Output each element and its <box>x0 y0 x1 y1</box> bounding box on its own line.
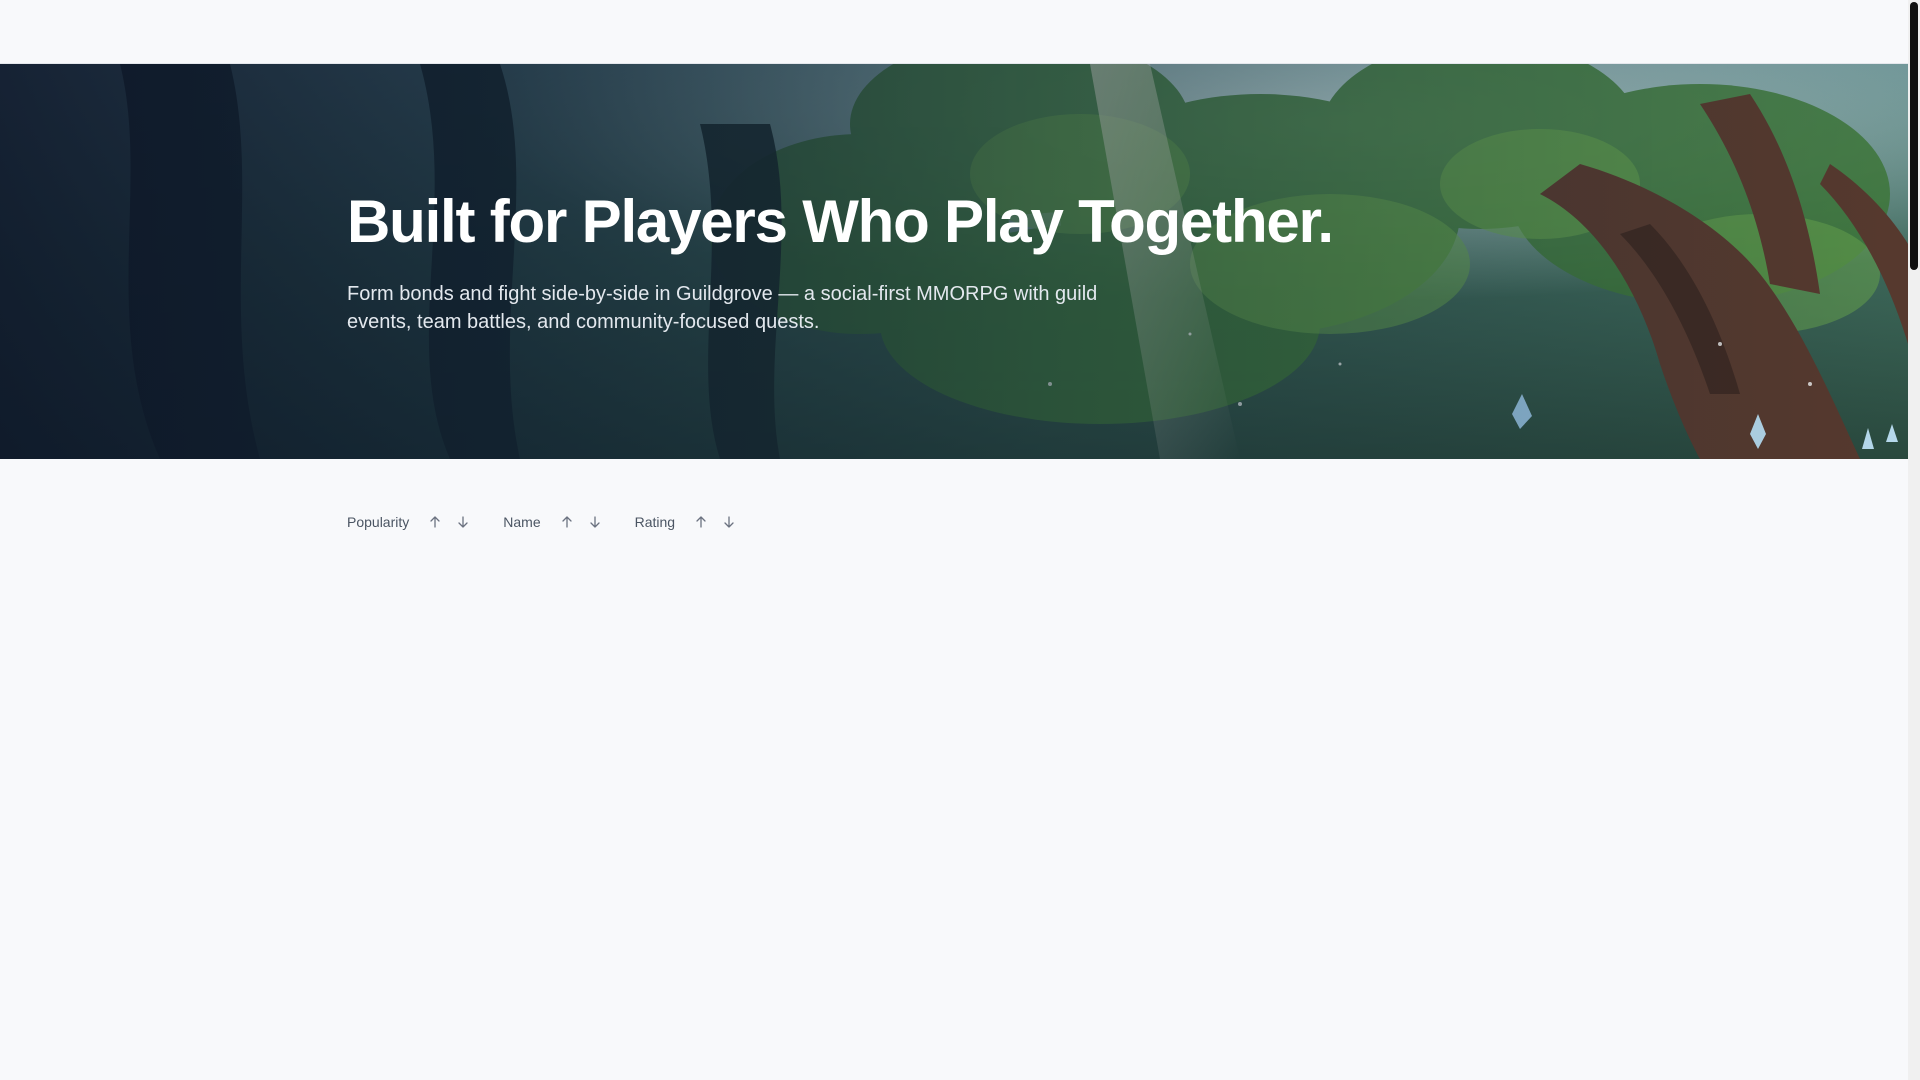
sort-label-name: Name <box>503 514 541 530</box>
sort-popularity-ascending-button[interactable] <box>425 511 445 533</box>
sort-rating-descending-button[interactable] <box>719 511 739 533</box>
sort-popularity-descending-button[interactable] <box>453 511 473 533</box>
arrow-up-icon <box>696 516 706 528</box>
hero-banner: Built for Players Who Play Together. For… <box>0 64 1908 459</box>
hero-subtitle: Form bonds and fight side-by-side in Gui… <box>347 283 1098 333</box>
scrollbar-thumb[interactable] <box>1910 2 1918 270</box>
arrow-down-icon <box>724 516 734 528</box>
hero-title: Built for Players Who Play Together. <box>347 188 1334 255</box>
top-navigation-bar <box>0 0 1908 64</box>
arrow-down-icon <box>589 516 600 528</box>
sort-name: Name <box>503 509 608 535</box>
sort-name-ascending-button[interactable] <box>557 511 577 533</box>
sort-popularity: Popularity <box>347 509 477 535</box>
sort-controls: Popularity Name Rating <box>347 509 769 535</box>
sort-rating-ascending-button[interactable] <box>691 511 711 533</box>
sort-rating: Rating <box>635 509 743 535</box>
page: Built for Players Who Play Together. For… <box>0 0 1920 1080</box>
arrow-down-icon <box>458 516 468 528</box>
page-scrollbar[interactable] <box>1908 0 1920 1080</box>
sort-name-descending-button[interactable] <box>585 511 605 533</box>
arrow-up-icon <box>561 516 572 528</box>
sort-label-popularity: Popularity <box>347 514 410 530</box>
hero-content: Built for Players Who Play Together. For… <box>347 186 1334 336</box>
sort-label-rating: Rating <box>634 514 676 530</box>
arrow-up-icon <box>430 516 440 528</box>
